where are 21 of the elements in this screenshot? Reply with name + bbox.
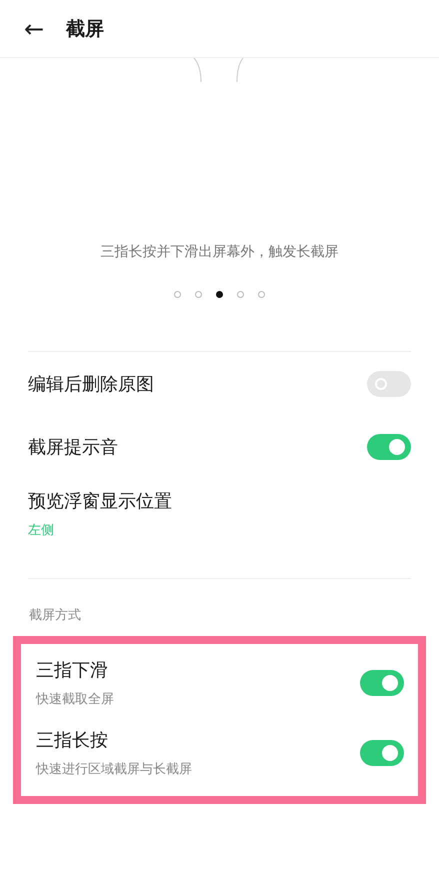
setting-value: 左侧 <box>28 522 55 539</box>
setting-label: 三指长按 <box>36 729 109 752</box>
page-indicator-dot[interactable] <box>195 291 202 298</box>
gesture-caption: 三指长按并下滑出屏幕外，触发长截屏 <box>100 243 338 261</box>
toggle-switch[interactable] <box>367 370 411 396</box>
toggle-switch[interactable] <box>360 740 404 766</box>
setting-label: 截屏提示音 <box>28 436 118 458</box>
section-header: 截屏方式 <box>28 607 82 625</box>
page-title: 截屏 <box>66 16 104 42</box>
toggle-switch[interactable] <box>360 670 404 696</box>
page-indicator-dot[interactable] <box>174 291 181 298</box>
setting-label[interactable]: 预览浮窗显示位置 <box>28 489 172 513</box>
back-button[interactable]: ← <box>24 16 44 40</box>
setting-label: 编辑后删除原图 <box>28 372 154 396</box>
page-indicator-dot[interactable] <box>237 291 244 298</box>
toggle-switch[interactable] <box>367 434 411 460</box>
page-indicator-dot[interactable] <box>216 291 223 298</box>
setting-description: 快速进行区域截屏与长截屏 <box>36 761 192 778</box>
setting-description: 快速截取全屏 <box>36 691 114 708</box>
setting-label: 三指下滑 <box>36 659 109 682</box>
page-indicator-dot[interactable] <box>258 291 265 298</box>
